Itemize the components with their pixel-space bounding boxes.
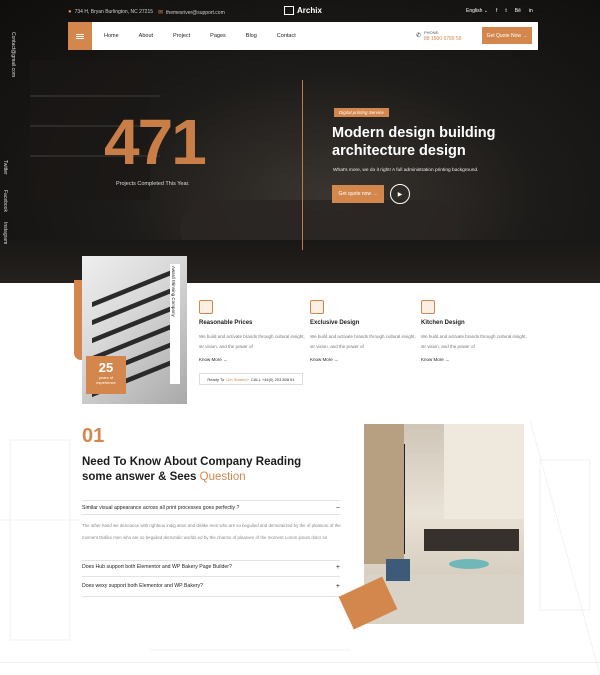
divider [82, 500, 340, 501]
behance-icon[interactable]: Bē [515, 8, 521, 14]
divider [82, 596, 340, 597]
phone-block: PHONE: 88 1900 6789 56 [424, 30, 462, 42]
feature-title: Exclusive Design [310, 320, 360, 326]
logo-mark-icon [284, 6, 294, 15]
nav-link-contact[interactable]: Contact [277, 33, 296, 39]
building-floor [92, 287, 172, 326]
nav-link-about[interactable]: About [139, 33, 153, 39]
side-instagram-link[interactable]: Instagram [2, 222, 8, 244]
room-table [449, 559, 489, 569]
collapse-icon[interactable]: − [336, 505, 340, 512]
service-tag: Digital printing Service [334, 108, 389, 117]
building-floor [92, 269, 172, 308]
expand-icon[interactable]: + [336, 583, 340, 590]
hamburger-icon [76, 35, 84, 37]
feature-desc: We build and activate brands through cul… [310, 334, 416, 349]
award-banner: Award Winning Company [170, 264, 180, 384]
ready-banner: Ready To Get Started? CALL +44(0) 203 80… [199, 373, 303, 385]
call-number[interactable]: CALL +44(0) 203 808 51 [251, 377, 295, 382]
hero-subline: What's more, we do it right! A full admi… [333, 168, 479, 173]
address-text: 734 H, Bryan Burlington, NC 27215 [74, 9, 154, 15]
faq-number: 01 [82, 425, 105, 447]
projects-counter: 471 [104, 106, 207, 178]
divider [82, 576, 340, 577]
twitter-icon[interactable]: t [505, 8, 506, 14]
nav-link-blog[interactable]: Blog [246, 33, 257, 39]
phone-number[interactable]: 88 1900 6789 56 [424, 36, 462, 42]
logo-text: Archix [297, 6, 322, 15]
feature-desc: We build and activate brands through cul… [421, 334, 527, 349]
feature-card: Exclusive Design We build and activate b… [310, 300, 420, 362]
linkedin-icon[interactable]: in [529, 8, 533, 14]
faq-question-2[interactable]: Does Hub support both Elementor and WP B… [82, 564, 340, 571]
email-item[interactable]: ✉ themesriver@support.com [158, 9, 225, 17]
side-twitter-link[interactable]: Twitter [2, 160, 8, 175]
room-chair [386, 559, 410, 581]
faq-answer: The other hand we denounce with righteou… [82, 523, 341, 540]
location-pin-icon: ● [68, 9, 72, 15]
divider [82, 560, 340, 561]
hero-headline: Modern design building architecture desi… [332, 125, 496, 159]
side-facebook-link[interactable]: Facebook [2, 190, 8, 212]
feature-card: Kitchen Design We build and activate bra… [421, 300, 531, 362]
feature-title: Kitchen Design [421, 320, 465, 326]
main-navbar: Home About Project Pages Blog Contact ✆ … [68, 22, 538, 50]
email-text[interactable]: themesriver@support.com [166, 10, 225, 16]
nav-link-pages[interactable]: Pages [210, 33, 226, 39]
hero-divider [302, 80, 303, 250]
know-more-link[interactable]: Know More → [199, 357, 309, 362]
building-floor [92, 305, 172, 344]
divider [82, 514, 340, 515]
side-email[interactable]: Contact@gmail.com [10, 32, 16, 77]
document-icon [199, 300, 213, 314]
nav-link-home[interactable]: Home [104, 33, 119, 39]
feature-card: Reasonable Prices We build and activate … [199, 300, 309, 362]
nav-link-project[interactable]: Project [173, 33, 190, 39]
get-quote-button[interactable]: Get Quote Now → [482, 27, 532, 44]
menu-toggle-button[interactable] [68, 22, 92, 50]
nav-links: Home About Project Pages Blog Contact [104, 33, 316, 39]
phone-icon: ✆ [416, 33, 422, 39]
mail-icon: ✉ [158, 10, 164, 16]
play-icon[interactable]: ▶ [390, 184, 410, 204]
get-started-link[interactable]: Get Started? [226, 377, 249, 382]
faq-question-3[interactable]: Does wexy support both Elementor and WP … [82, 583, 340, 590]
kitchen-icon [421, 300, 435, 314]
know-more-link[interactable]: Know More → [310, 357, 420, 362]
facebook-icon[interactable]: f [496, 8, 497, 14]
site-logo[interactable]: Archix [284, 6, 322, 15]
room-lamp [404, 444, 405, 554]
projects-counter-label: Projects Completed This Year. [116, 181, 190, 187]
get-quote-cta-button[interactable]: Get quote now → [332, 185, 384, 203]
feature-title: Reasonable Prices [199, 320, 253, 326]
shelf-line [30, 95, 160, 97]
know-more-link[interactable]: Know More → [421, 357, 531, 362]
faq-question-1[interactable]: Similar visual appearance across all pri… [82, 505, 340, 512]
room-sofa [424, 529, 519, 551]
address-item: ● 734 H, Bryan Burlington, NC 27215 [68, 9, 153, 15]
top-right-controls: English ⌄ f t Bē in [466, 8, 533, 14]
map-icon [310, 300, 324, 314]
room-curtain [444, 424, 524, 519]
room-wall [364, 424, 404, 564]
feature-desc: We build and activate brands through cul… [199, 334, 305, 349]
language-select[interactable]: English ⌄ [466, 8, 488, 14]
section-divider [0, 662, 600, 663]
expand-icon[interactable]: + [336, 564, 340, 571]
experience-badge: 25 years of experience [86, 356, 126, 394]
faq-title: Need To Know About Company Reading some … [82, 456, 302, 483]
